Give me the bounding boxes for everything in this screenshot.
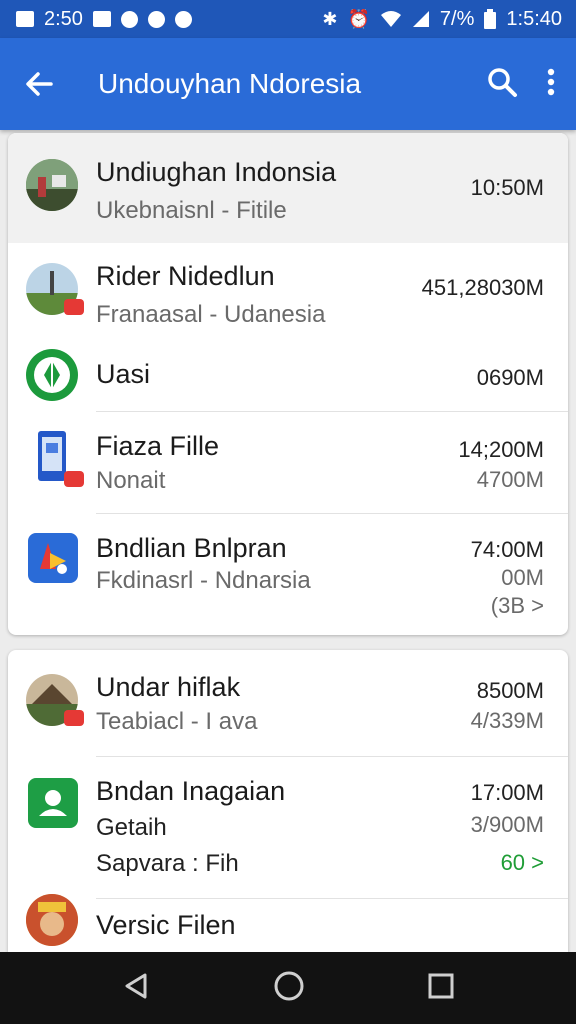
divider: [96, 756, 568, 757]
recents-square-icon: [428, 973, 454, 998]
item-subtitle: Getaih: [96, 814, 167, 841]
wifi-icon: [380, 11, 401, 27]
search-button[interactable]: [486, 66, 518, 103]
item-subtitle: Nonait: [96, 467, 166, 494]
item-title: Fiaza Fille: [96, 431, 220, 461]
app-bar: Undouyhan Ndoresia: [0, 38, 576, 130]
item-size-secondary: 3/900M: [470, 812, 544, 837]
more-vert-icon: [547, 68, 555, 95]
notification-dot-icon: [147, 10, 165, 28]
list-item[interactable]: Versic Filen: [8, 894, 568, 960]
item-title: Versic Filen: [96, 910, 236, 940]
notification-dot-icon: [174, 10, 192, 28]
video-badge-icon: [64, 471, 84, 487]
item-size-secondary: 4/339M: [470, 708, 544, 733]
item-subtitle: Ukebnaisnl - Fitile: [96, 197, 287, 224]
messenger-icon: [120, 10, 138, 28]
item-link[interactable]: 60 >: [501, 850, 544, 876]
item-size: 14;200M: [458, 437, 544, 462]
divider: [96, 513, 568, 514]
downloads-card-secondary: Undar hiflak Teabiacl - I ava 8500M 4/33…: [8, 650, 568, 960]
item-link[interactable]: (3B >: [491, 593, 544, 619]
status-clock: 1:5:40: [506, 7, 562, 30]
item-size: 17:00M: [470, 780, 544, 805]
item-size-secondary: 00M: [501, 565, 544, 590]
video-badge-icon: [64, 299, 84, 315]
bluetooth-icon: ✱: [322, 8, 338, 29]
list-item[interactable]: Rider Nidedlun Franaasal - Udanesia 451,…: [8, 243, 568, 343]
page-title: Undouyhan Ndoresia: [98, 68, 362, 99]
alarm-icon: ⏰: [347, 8, 370, 29]
signal-icon: [412, 11, 429, 27]
status-left: 2:50: [16, 8, 192, 31]
item-title: Rider Nidedlun: [96, 261, 275, 291]
list-item[interactable]: Uasi 0690M: [8, 343, 568, 413]
home-circle-icon: [274, 971, 304, 1000]
item-subtitle: Teabiacl - I ava: [96, 708, 258, 735]
list-item[interactable]: Bndan Inagaian Getaih Sapvara : Fih 17:0…: [8, 758, 568, 898]
photo-thumbnail-icon: [26, 159, 78, 211]
back-arrow-icon: [26, 72, 53, 96]
item-size: 74:00M: [470, 537, 544, 562]
item-title: Undiughan Indonsia: [96, 157, 337, 187]
app-logo-icon: [26, 349, 78, 401]
item-title: Uasi: [96, 359, 151, 389]
video-badge-icon: [64, 710, 84, 726]
contacts-app-icon: [28, 778, 78, 828]
portrait-thumbnail-icon: [26, 894, 78, 946]
item-title: Bndan Inagaian: [96, 776, 286, 806]
status-right: ✱ ⏰ 7/% 1:5:40: [322, 8, 562, 31]
navigation-bar: [0, 952, 576, 1024]
item-subtitle: Fkdinasrl - Ndnarsia: [96, 567, 311, 594]
back-button[interactable]: [0, 70, 78, 98]
item-size: 10:50M: [470, 175, 544, 200]
list-item[interactable]: Fiaza Fille Nonait 14;200M 4700M: [8, 413, 568, 513]
battery-percent: 7/%: [439, 7, 475, 30]
item-title: Bndlian Bnlpran: [96, 533, 287, 563]
item-size: 451,28030M: [421, 275, 544, 300]
nav-home-button[interactable]: [273, 970, 305, 1007]
item-subtitle: Franaasal - Udanesia: [96, 301, 326, 328]
status-bar: 2:50 ✱ ⏰ 7/% 1:5:40: [0, 0, 576, 38]
more-options-button[interactable]: [546, 68, 556, 101]
battery-icon: [484, 9, 497, 29]
item-size: 8500M: [476, 678, 544, 703]
list-item[interactable]: Bndlian Bnlpran Fkdinasrl - Ndnarsia 74:…: [8, 515, 568, 635]
app-bar-actions: [486, 66, 576, 103]
downloads-card: Undiughan Indonsia Ukebnaisnl - Fitile 1…: [8, 133, 568, 635]
item-size-secondary: 4700M: [476, 467, 544, 492]
status-time: 2:50: [44, 7, 83, 30]
notification-icon: [92, 11, 111, 27]
nav-back-button[interactable]: [121, 971, 151, 1006]
notification-icon: [16, 11, 34, 27]
nav-recents-button[interactable]: [427, 972, 455, 1005]
item-title: Undar hiflak: [96, 672, 241, 702]
files-app-icon: [28, 533, 78, 583]
list-item[interactable]: Undiughan Indonsia Ukebnaisnl - Fitile 1…: [8, 133, 568, 243]
list-item[interactable]: Undar hiflak Teabiacl - I ava 8500M 4/33…: [8, 650, 568, 756]
item-extra: Sapvara : Fih: [96, 850, 239, 877]
item-size: 0690M: [476, 365, 544, 390]
search-icon: [488, 67, 517, 97]
divider: [96, 898, 568, 899]
back-triangle-icon: [125, 973, 147, 998]
divider: [96, 411, 568, 412]
